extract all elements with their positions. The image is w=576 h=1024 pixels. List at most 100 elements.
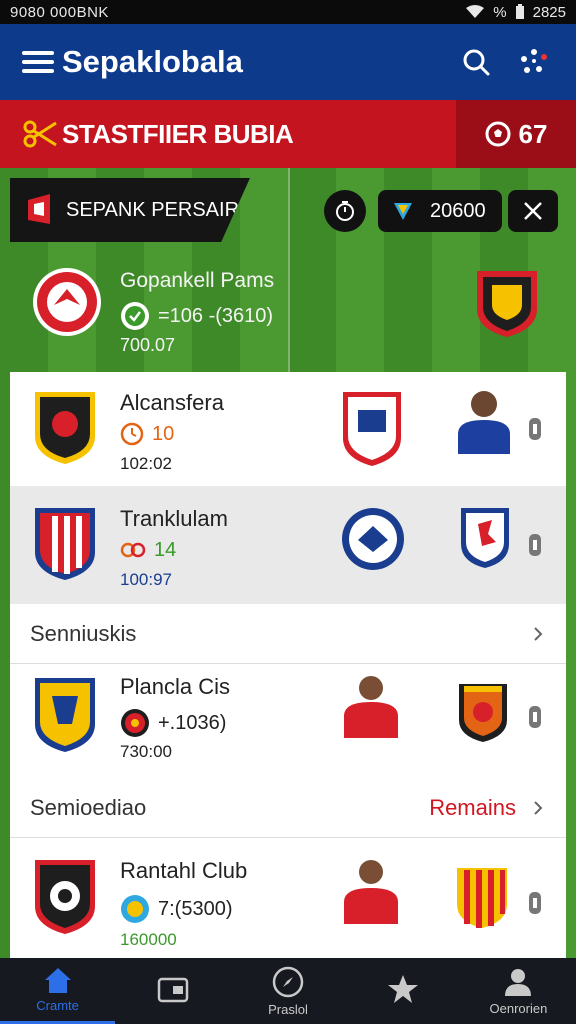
promo-banner[interactable]: STASTFIIER BUBIA 67 [0,100,576,168]
match-score: 7:(5300) [158,897,233,920]
star-icon [388,975,419,1003]
section-link[interactable]: Remains [429,795,516,821]
search-button[interactable] [456,42,496,82]
match-card-4[interactable]: Rantahl Club 7:(5300) 160000 [10,838,566,958]
more-icon[interactable] [524,704,546,730]
more-icon[interactable] [524,532,546,558]
featured-match-name: Gopankell Pams [120,269,275,292]
nav-profile[interactable]: Oenrorien [461,958,576,1024]
promo-count-value: 67 [518,118,548,149]
match-card-3[interactable]: Plancla Cis +.1036) 730:00 [10,664,566,778]
match-time: 102:02 [120,454,172,473]
chevron-right-icon [534,800,543,815]
match-score: +.1036) [158,711,227,734]
home-team-crest [35,860,95,934]
section-header-1[interactable]: Senniuskis [10,604,566,664]
player-avatar [458,391,510,454]
featured-tag[interactable]: SEPANK PERSAIR [10,178,250,242]
menu-button[interactable] [18,42,58,82]
match-score-row: 14 [120,538,176,562]
bottom-navigation: Cramte Praslol Oenrorien [0,958,576,1024]
football-icon [485,121,511,147]
app-bar: Sepaklobala [0,24,576,100]
featured-bar: SEPANK PERSAIR 20600 [10,178,568,242]
featured-time: 700.07 [120,335,176,355]
match-score: 14 [154,538,177,561]
team-crest-small [461,508,509,568]
nav-profile-label: Oenrorien [489,1000,548,1016]
home-team-crest [35,508,95,580]
nav-favorites[interactable] [346,958,461,1024]
nav-wallet[interactable] [115,958,230,1024]
chevron-right-icon [534,626,543,641]
section-label: Senniuskis [30,620,137,646]
away-team-crest [343,392,401,466]
featured-score-row: =106 -(3610) [120,301,273,331]
battery-icon [515,4,524,19]
status-bar: 9080 000BNK % 2825 [0,0,576,24]
promo-text: STASTFIIER BUBIA [62,118,294,149]
app-title: Sepaklobala [62,44,243,79]
match-card-2[interactable]: Tranklulam 14 100:97 [10,486,566,604]
away-team-crest [459,684,507,742]
home-team-crest [35,392,95,464]
match-name: Alcansfera [120,390,224,415]
away-team-crest [477,271,537,337]
compass-icon [272,966,304,997]
player-avatar [344,676,398,738]
home-team-crest [33,268,101,336]
menu-icon [22,51,54,73]
featured-match[interactable]: Gopankell Pams =106 -(3610) 700.07 [10,245,568,370]
player-avatar [344,860,398,924]
status-left-text: 9080 000BNK [10,3,109,21]
battery-percent: % [493,3,507,21]
wallet-icon [157,977,189,1003]
match-time: 730:00 [120,742,172,761]
scissors-icon [23,120,57,148]
away-team-crest [457,868,507,928]
section-label: Semioediao [30,794,147,820]
away-team-crest [342,508,404,570]
promo-text-wrap: STASTFIIER BUBIA [0,119,456,150]
balance-value: 20600 [430,199,486,222]
nav-home-label: Cramte [36,998,79,1013]
promo-count: 67 [456,100,576,168]
wifi-icon [466,5,485,18]
timer-button[interactable] [324,190,366,232]
more-icon[interactable] [524,416,546,442]
match-name: Plancla Cis [120,674,231,699]
match-name: Tranklulam [120,506,228,531]
home-team-crest [35,678,95,752]
match-time: 100:97 [120,570,172,589]
match-score: 10 [152,422,175,445]
dots-icon [521,49,547,73]
match-name: Rantahl Club [120,858,248,883]
clock-icon [120,422,144,446]
balance-pill[interactable]: 20600 [378,190,502,232]
match-score-row: 7:(5300) [120,894,233,924]
status-clock: 2825 [532,3,566,21]
check-circle-icon [121,302,149,330]
status-right: % 2825 [465,4,566,21]
nav-explore-label: Praslol [268,1001,308,1017]
more-icon[interactable] [524,890,546,916]
more-options-button[interactable] [514,42,554,82]
swap-icon [120,542,146,558]
timer-icon [336,201,354,221]
league-logo-icon [28,194,50,224]
match-score-row: +.1036) [120,708,226,738]
profile-icon [505,968,532,996]
featured-score: =106 -(3610) [158,304,274,327]
badge-icon [121,709,149,737]
search-icon [463,49,490,76]
nav-home[interactable]: Cramte [0,958,116,1024]
match-score-row: 10 [120,422,174,446]
close-button[interactable] [508,190,558,232]
home-icon [44,968,71,993]
match-card-1[interactable]: Alcansfera 10 102:02 [10,372,566,486]
globe-icon [121,895,149,923]
section-header-2[interactable]: Semioediao Remains [10,778,566,838]
match-time: 160000 [120,930,177,949]
close-icon [524,202,542,220]
nav-explore[interactable]: Praslol [230,958,345,1024]
